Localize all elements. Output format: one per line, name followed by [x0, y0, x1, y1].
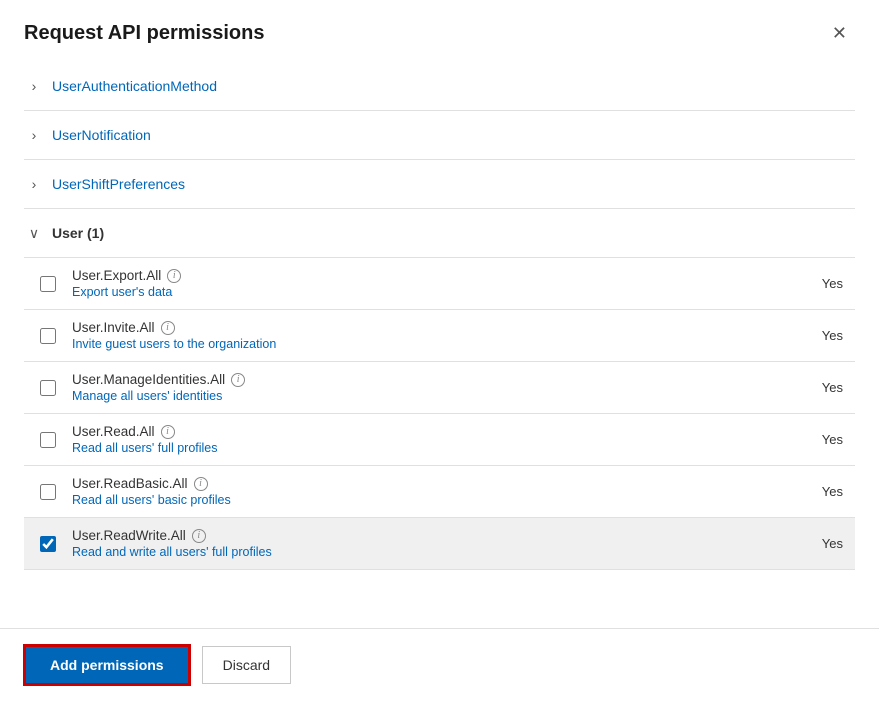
permission-row-user-manage-identities-all: User.ManageIdentities.All i Manage all u… [24, 362, 855, 414]
permission-info: User.ManageIdentities.All i Manage all u… [72, 372, 775, 403]
permission-info: User.Export.All i Export user's data [72, 268, 775, 299]
checkbox-cell [24, 276, 72, 292]
section-user-shift-preferences[interactable]: › UserShiftPreferences [24, 160, 855, 209]
permission-description: Read and write all users' full profiles [72, 545, 775, 559]
info-icon[interactable]: i [161, 425, 175, 439]
section-label: User (1) [52, 225, 104, 241]
permission-checkbox-user-read-basic-all[interactable] [40, 484, 56, 500]
permission-checkbox-user-invite-all[interactable] [40, 328, 56, 344]
close-button[interactable]: ✕ [824, 20, 855, 46]
permission-checkbox-user-read-all[interactable] [40, 432, 56, 448]
permission-row-user-read-basic-all: User.ReadBasic.All i Read all users' bas… [24, 466, 855, 518]
dialog-footer: Add permissions Discard [0, 628, 879, 701]
request-api-permissions-dialog: Request API permissions ✕ › UserAuthenti… [0, 0, 879, 701]
content-wrapper: › UserAuthenticationMethod › UserNotific… [0, 62, 879, 628]
info-icon[interactable]: i [167, 269, 181, 283]
content-area: › UserAuthenticationMethod › UserNotific… [0, 62, 879, 628]
permission-row-user-invite-all: User.Invite.All i Invite guest users to … [24, 310, 855, 362]
permission-row-user-export-all: User.Export.All i Export user's data Yes [24, 258, 855, 310]
permission-name: User.ReadWrite.All i [72, 528, 775, 543]
permission-checkbox-user-readwrite-all[interactable] [40, 536, 56, 552]
permission-name: User.ReadBasic.All i [72, 476, 775, 491]
consent-value: Yes [775, 432, 855, 447]
checkbox-cell [24, 328, 72, 344]
consent-value: Yes [775, 484, 855, 499]
permission-name: User.Export.All i [72, 268, 775, 283]
info-icon[interactable]: i [192, 529, 206, 543]
chevron-icon: › [24, 174, 44, 194]
permission-info: User.ReadBasic.All i Read all users' bas… [72, 476, 775, 507]
section-label: UserNotification [52, 127, 151, 143]
consent-value: Yes [775, 380, 855, 395]
checkbox-cell [24, 432, 72, 448]
chevron-icon: › [24, 76, 44, 96]
permission-description: Export user's data [72, 285, 775, 299]
permission-description: Invite guest users to the organization [72, 337, 775, 351]
discard-button[interactable]: Discard [202, 646, 291, 684]
permission-row-user-readwrite-all: User.ReadWrite.All i Read and write all … [24, 518, 855, 570]
checkbox-cell [24, 484, 72, 500]
permission-info: User.Read.All i Read all users' full pro… [72, 424, 775, 455]
permission-info: User.ReadWrite.All i Read and write all … [72, 528, 775, 559]
checkbox-cell [24, 380, 72, 396]
section-label: UserShiftPreferences [52, 176, 185, 192]
permission-info: User.Invite.All i Invite guest users to … [72, 320, 775, 351]
consent-value: Yes [775, 328, 855, 343]
permission-description: Read all users' full profiles [72, 441, 775, 455]
dialog-title: Request API permissions [24, 22, 264, 45]
chevron-down-icon: ∨ [24, 223, 44, 243]
dialog-header: Request API permissions ✕ [0, 0, 879, 62]
section-user[interactable]: ∨ User (1) [24, 209, 855, 258]
permission-description: Read all users' basic profiles [72, 493, 775, 507]
permission-checkbox-user-export-all[interactable] [40, 276, 56, 292]
close-icon: ✕ [832, 23, 847, 43]
permission-description: Manage all users' identities [72, 389, 775, 403]
section-user-authentication-method[interactable]: › UserAuthenticationMethod [24, 62, 855, 111]
section-user-notification[interactable]: › UserNotification [24, 111, 855, 160]
permission-row-user-read-all: User.Read.All i Read all users' full pro… [24, 414, 855, 466]
permission-name: User.ManageIdentities.All i [72, 372, 775, 387]
permission-checkbox-user-manage-identities-all[interactable] [40, 380, 56, 396]
permission-name: User.Invite.All i [72, 320, 775, 335]
info-icon[interactable]: i [194, 477, 208, 491]
permission-name: User.Read.All i [72, 424, 775, 439]
info-icon[interactable]: i [231, 373, 245, 387]
add-permissions-button[interactable]: Add permissions [24, 645, 190, 685]
consent-value: Yes [775, 536, 855, 551]
section-label: UserAuthenticationMethod [52, 78, 217, 94]
consent-value: Yes [775, 276, 855, 291]
info-icon[interactable]: i [161, 321, 175, 335]
chevron-icon: › [24, 125, 44, 145]
checkbox-cell [24, 536, 72, 552]
